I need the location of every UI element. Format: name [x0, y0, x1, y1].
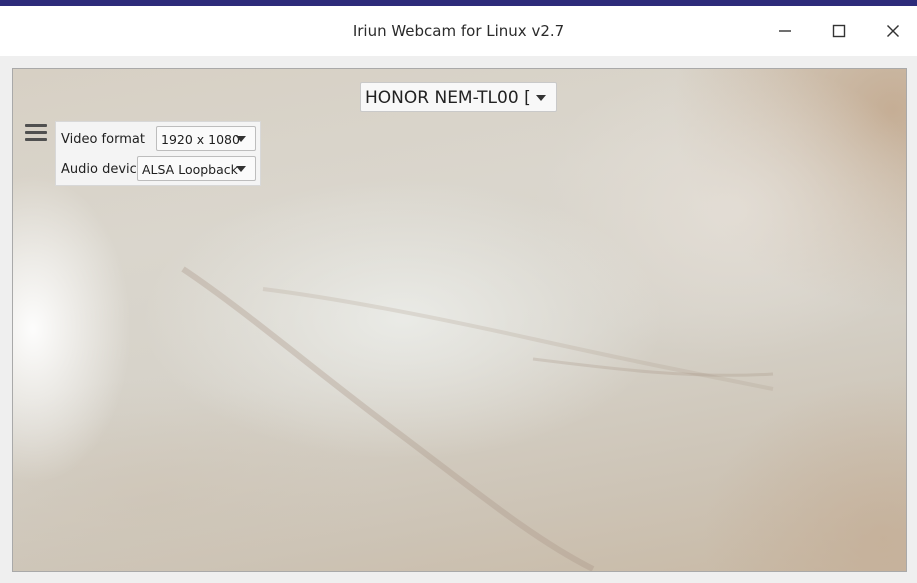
audio-device-value: ALSA Loopback: [142, 162, 238, 177]
settings-panel: Video format 1920 x 1080 Audio device AL…: [55, 121, 261, 186]
audio-device-label: Audio device: [61, 162, 145, 177]
minimize-button[interactable]: [769, 16, 801, 46]
video-format-dropdown[interactable]: 1920 x 1080: [156, 126, 256, 151]
minimize-icon: [779, 30, 791, 32]
title-bar: Iriun Webcam for Linux v2.7: [0, 6, 917, 56]
hamburger-menu-icon[interactable]: [25, 124, 47, 142]
dropdown-arrow-icon: [236, 166, 246, 172]
maximize-icon: [832, 24, 846, 38]
main-area: HONOR NEM-TL00 [W Video format 1920 x 10…: [0, 56, 917, 583]
close-icon: [887, 25, 899, 37]
close-button[interactable]: [877, 16, 909, 46]
video-format-label: Video format: [61, 132, 145, 147]
audio-device-dropdown[interactable]: ALSA Loopback: [137, 156, 256, 181]
dropdown-arrow-icon: [536, 95, 546, 101]
camera-device-label: HONOR NEM-TL00 [W: [365, 88, 531, 108]
video-format-value: 1920 x 1080: [161, 132, 240, 147]
camera-preview: HONOR NEM-TL00 [W Video format 1920 x 10…: [12, 68, 907, 572]
camera-device-dropdown[interactable]: HONOR NEM-TL00 [W: [360, 82, 557, 112]
dropdown-arrow-icon: [236, 136, 246, 142]
maximize-button[interactable]: [823, 16, 855, 46]
